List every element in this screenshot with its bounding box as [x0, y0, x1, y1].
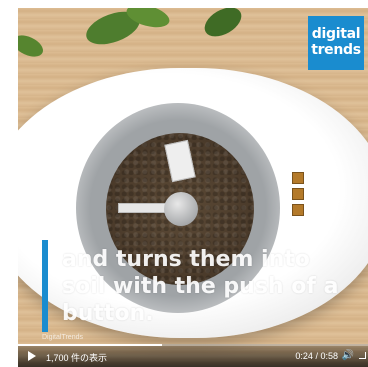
- vent-slot: [292, 172, 304, 184]
- video-caption: and turns them into soil with the push o…: [62, 247, 339, 326]
- vent-slot: [292, 204, 304, 216]
- logo-line-2: trends: [311, 42, 361, 58]
- play-icon[interactable]: [28, 351, 36, 361]
- vent-slot: [292, 188, 304, 200]
- progress-fill: [18, 344, 162, 346]
- fullscreen-icon[interactable]: [359, 352, 366, 359]
- progress-bar[interactable]: [18, 344, 368, 346]
- video-controls: 1,700 件の表示 0:24 / 0:58 🔊: [18, 344, 368, 367]
- digital-trends-logo: digital trends: [308, 16, 364, 70]
- volume-icon[interactable]: 🔊: [342, 350, 354, 361]
- side-vents: [292, 172, 304, 220]
- caption-accent-bar: [42, 240, 48, 332]
- logo-line-1: digital: [311, 26, 361, 42]
- current-time: 0:24: [295, 351, 313, 361]
- watermark: DigitalTrends: [42, 334, 83, 341]
- duration: 0:58: [320, 351, 338, 361]
- view-count: 1,700 件の表示: [46, 353, 108, 363]
- mixer-hub: [164, 192, 198, 226]
- time-display: 0:24 / 0:58: [295, 351, 338, 361]
